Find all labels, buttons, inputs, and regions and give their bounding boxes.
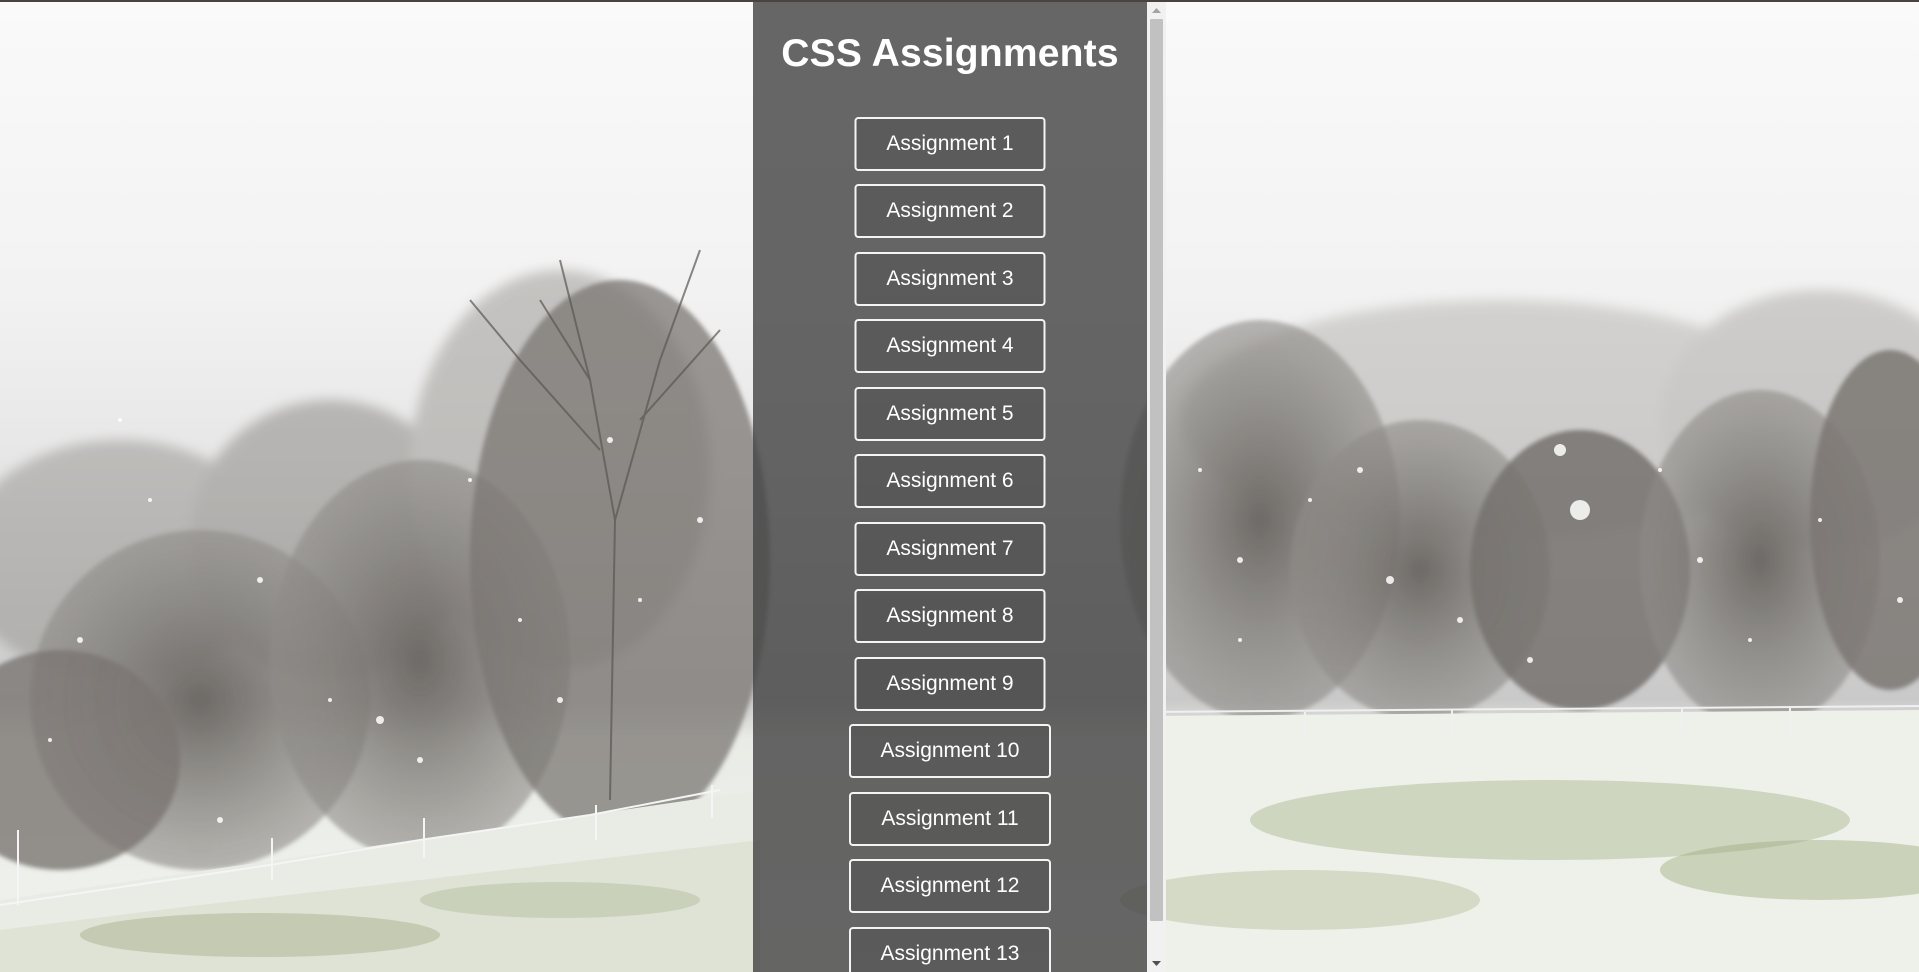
scroll-thumb[interactable] [1150,19,1163,921]
scroll-up-button[interactable] [1147,2,1166,19]
page: CSS Assignments Assignment 1 Assignment … [0,0,1919,972]
assignment-button-2[interactable]: Assignment 2 [854,184,1046,238]
assignments-panel: CSS Assignments Assignment 1 Assignment … [753,2,1147,972]
assignment-button-12[interactable]: Assignment 12 [849,859,1051,913]
assignment-button-6[interactable]: Assignment 6 [854,454,1046,508]
assignment-button-5[interactable]: Assignment 5 [854,387,1046,441]
assignment-button-7[interactable]: Assignment 7 [854,522,1046,576]
assignment-button-9[interactable]: Assignment 9 [854,657,1046,711]
assignment-button-3[interactable]: Assignment 3 [854,252,1046,306]
page-title: CSS Assignments [781,32,1119,75]
assignment-button-4[interactable]: Assignment 4 [854,319,1046,373]
panel-scrollbar[interactable] [1147,2,1166,972]
assignment-button-11[interactable]: Assignment 11 [849,792,1051,846]
assignment-button-10[interactable]: Assignment 10 [849,724,1051,778]
triangle-up-icon [1152,8,1161,13]
scroll-down-button[interactable] [1147,955,1166,972]
window-top-border [0,0,1919,2]
assignment-button-1[interactable]: Assignment 1 [854,117,1046,171]
assignment-button-13[interactable]: Assignment 13 [849,927,1051,972]
triangle-down-icon [1152,961,1161,966]
assignment-button-8[interactable]: Assignment 8 [854,589,1046,643]
